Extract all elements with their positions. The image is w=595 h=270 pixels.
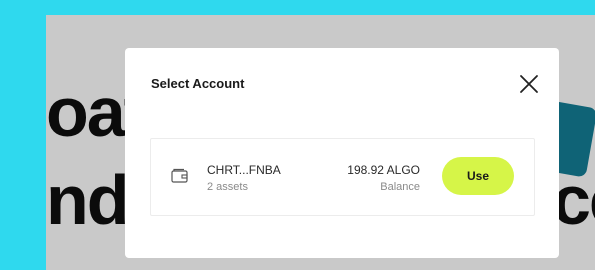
account-asset-count: 2 assets xyxy=(207,181,248,193)
background-text-line-2: nd xyxy=(46,161,130,239)
account-row[interactable]: CHRT...FNBA 2 assets 198.92 ALGO Balance… xyxy=(150,138,535,216)
close-button[interactable] xyxy=(517,72,541,96)
use-account-button[interactable]: Use xyxy=(442,157,514,195)
account-address: CHRT...FNBA xyxy=(207,163,281,177)
account-balance: 198.92 ALGO xyxy=(347,163,420,177)
close-icon xyxy=(520,75,538,93)
account-balance-label: Balance xyxy=(380,181,420,193)
wallet-icon xyxy=(171,168,189,184)
modal-title: Select Account xyxy=(151,76,245,91)
select-account-modal: Select Account CHRT...FNBA 2 assets 198.… xyxy=(125,48,559,258)
